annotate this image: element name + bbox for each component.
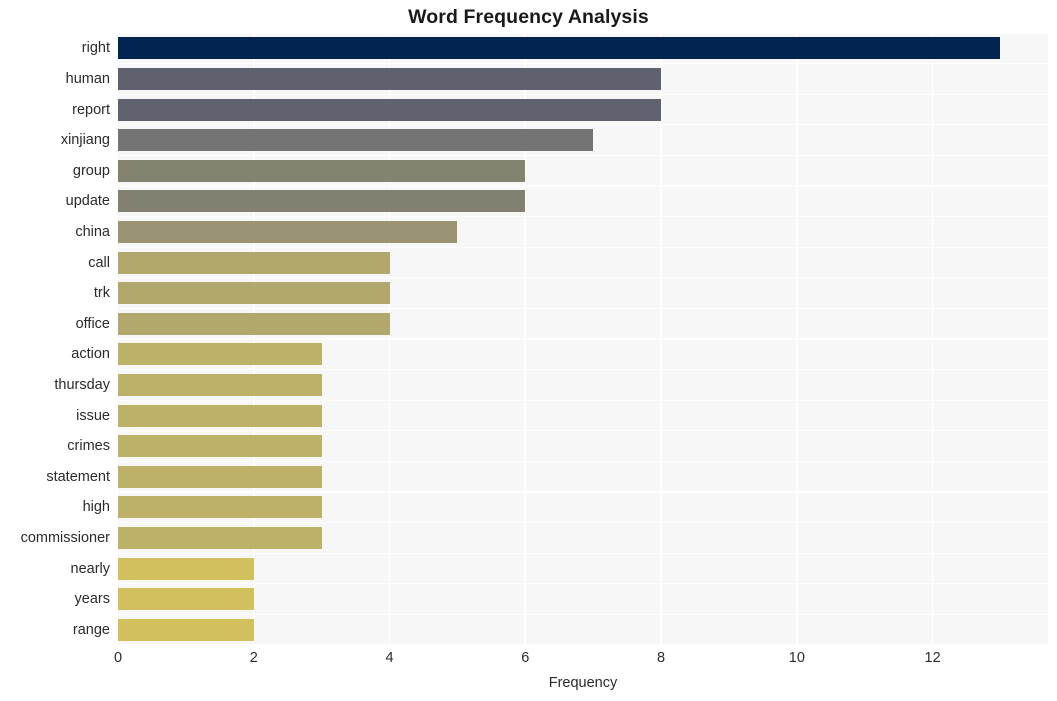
bar [118,282,390,305]
horizontal-gridline [118,307,1048,310]
horizontal-gridline [118,491,1048,493]
horizontal-gridline [118,583,1048,585]
bar [118,67,662,90]
y-axis-tick-label: xinjiang [60,132,110,149]
horizontal-gridline [118,644,1048,645]
horizontal-gridline [118,277,1048,279]
y-axis-tick-label: right [81,40,110,57]
y-axis-tick-label: range [72,621,110,638]
plot-area [118,33,1048,645]
horizontal-gridline [118,185,1048,187]
horizontal-gridline [118,399,1048,401]
horizontal-gridline [118,62,1048,65]
horizontal-gridline [118,460,1048,463]
x-axis-tick-label: 8 [657,650,666,666]
y-axis-tick-label: trk [93,285,110,302]
x-axis-tick-label: 12 [924,650,941,666]
bar [118,618,254,641]
bar [118,98,662,121]
y-axis-tick-label: group [72,162,110,179]
horizontal-gridline [118,613,1048,616]
y-axis-tick-label: high [82,499,110,516]
bar [118,588,254,611]
x-axis-title: Frequency [548,675,618,691]
y-axis-tick-label: human [65,70,110,87]
horizontal-gridline [118,338,1048,340]
y-axis-tick-label: update [65,193,110,210]
y-axis-tick-label: call [88,254,110,271]
vertical-gridline [252,33,255,645]
bar [118,220,458,243]
y-axis-tick-labels: right human report xinjiang group update china… [0,33,110,645]
horizontal-gridline [118,430,1048,432]
bar [118,465,322,488]
y-axis-tick-label: china [75,223,110,240]
x-axis-tick-label: 6 [521,650,530,666]
x-axis-tick-label: 4 [385,650,394,666]
y-axis-tick-label: action [71,346,110,363]
horizontal-gridline [118,154,1048,157]
horizontal-gridline [118,33,1048,34]
horizontal-gridline [118,93,1048,95]
chart-figure: Word Frequency Analysis right human report… [0,0,1057,701]
vertical-gridline [931,33,934,645]
bar [118,557,254,580]
vertical-gridline [524,33,527,645]
vertical-gridline [796,33,798,645]
y-axis-tick-label: statement [46,468,110,485]
bar [118,404,322,427]
bar [118,190,526,213]
horizontal-gridline [118,124,1048,126]
y-axis-tick-label: issue [76,407,110,424]
bar [118,343,322,366]
bar [118,159,526,182]
bar [118,435,322,458]
vertical-gridline [388,33,391,645]
y-axis-tick-label: commissioner [20,529,110,546]
bar [118,373,322,396]
bar [118,526,322,549]
horizontal-gridline [118,215,1048,218]
horizontal-gridline [118,521,1048,524]
y-axis-tick-label: nearly [70,560,111,577]
x-axis-tick-label: 10 [788,650,805,666]
vertical-gridline [660,33,662,645]
bar [118,312,390,335]
horizontal-gridline [118,246,1048,248]
x-axis-tick-label: 0 [113,650,123,666]
bar [118,251,390,274]
chart-title: Word Frequency Analysis [408,6,649,28]
y-axis-tick-label: office [75,315,110,332]
horizontal-gridline [118,368,1048,371]
y-axis-tick-label: crimes [67,438,110,455]
horizontal-gridline [118,552,1048,554]
y-axis-tick-label: years [74,591,110,608]
bar [118,496,322,519]
bar [118,129,594,152]
y-axis-tick-label: report [72,101,110,118]
bar [118,37,1001,60]
x-axis-tick-label: 2 [249,650,258,666]
x-axis-tick-labels: 0 2 4 6 8 10 12 [114,650,1048,672]
y-axis-tick-label: thursday [54,376,110,393]
